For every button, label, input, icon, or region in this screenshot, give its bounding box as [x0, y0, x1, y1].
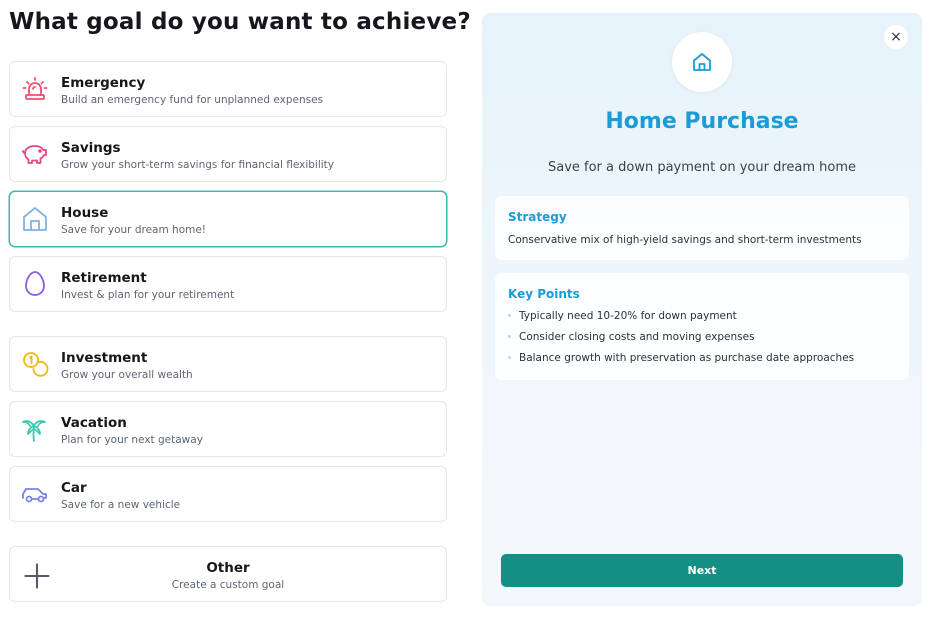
bullet-icon [508, 355, 511, 359]
bullet-icon [508, 334, 511, 338]
goal-label: Other [206, 560, 250, 576]
goal-description: Grow your short-term savings for financi… [61, 159, 335, 171]
goal-description: Grow your overall wealth [61, 369, 193, 381]
goal-description: Build an emergency fund for unplanned ex… [61, 94, 324, 106]
house-icon [20, 204, 50, 234]
goal-label: Emergency [61, 75, 146, 91]
goal-label: House [61, 205, 109, 221]
goal-card-savings[interactable]: Savings Grow your short-term savings for… [9, 126, 447, 182]
goal-card-emergency[interactable]: Emergency Build an emergency fund for un… [9, 61, 447, 117]
strategy-text: Conservative mix of high-yield savings a… [508, 234, 862, 246]
goal-description: Save for a new vehicle [61, 499, 181, 511]
goal-card-house[interactable]: House Save for your dream home! [9, 191, 447, 247]
goal-label: Retirement [61, 270, 147, 286]
goal-description: Plan for your next getaway [61, 434, 203, 446]
goal-description: Create a custom goal [171, 579, 285, 591]
next-button[interactable]: Next [501, 554, 903, 587]
coins-icon [20, 349, 50, 379]
key-point-text: Balance growth with preservation as purc… [519, 352, 855, 364]
key-point-item: Consider closing costs and moving expens… [508, 331, 755, 343]
key-points-heading: Key Points [508, 287, 580, 301]
goal-card-other[interactable]: Other Create a custom goal [9, 546, 447, 602]
car-icon [20, 479, 50, 509]
page-title: What goal do you want to achieve? [9, 9, 471, 35]
goal-label: Vacation [61, 415, 127, 431]
key-point-item: Typically need 10-20% for down payment [508, 310, 737, 322]
key-point-text: Consider closing costs and moving expens… [519, 331, 755, 343]
piggy-bank-icon [20, 139, 50, 169]
detail-subtitle: Save for a down payment on your dream ho… [547, 160, 856, 175]
strategy-heading: Strategy [508, 210, 567, 224]
egg-icon [20, 269, 50, 299]
siren-icon [20, 74, 50, 104]
key-point-item: Balance growth with preservation as purc… [508, 352, 854, 364]
goal-card-car[interactable]: Car Save for a new vehicle [9, 466, 447, 522]
detail-title: Home Purchase [605, 109, 799, 134]
goal-card-investment[interactable]: Investment Grow your overall wealth [9, 336, 447, 392]
goal-label: Car [61, 480, 87, 496]
goal-card-retirement[interactable]: Retirement Invest & plan for your retire… [9, 256, 447, 312]
key-point-text: Typically need 10-20% for down payment [519, 310, 737, 322]
palm-tree-icon [20, 414, 50, 444]
goal-label: Savings [61, 140, 121, 156]
house-icon [693, 53, 711, 71]
goal-description: Save for your dream home! [61, 224, 207, 236]
close-button[interactable]: × [884, 25, 908, 49]
goal-label: Investment [61, 350, 148, 366]
goal-description: Invest & plan for your retirement [61, 289, 235, 301]
bullet-icon [508, 313, 511, 317]
key-points-card: Key Points Typically need 10-20% for dow… [495, 273, 909, 380]
strategy-card: Strategy Conservative mix of high-yield … [495, 196, 909, 260]
goal-card-vacation[interactable]: Vacation Plan for your next getaway [9, 401, 447, 457]
hero-icon-badge [672, 32, 732, 92]
